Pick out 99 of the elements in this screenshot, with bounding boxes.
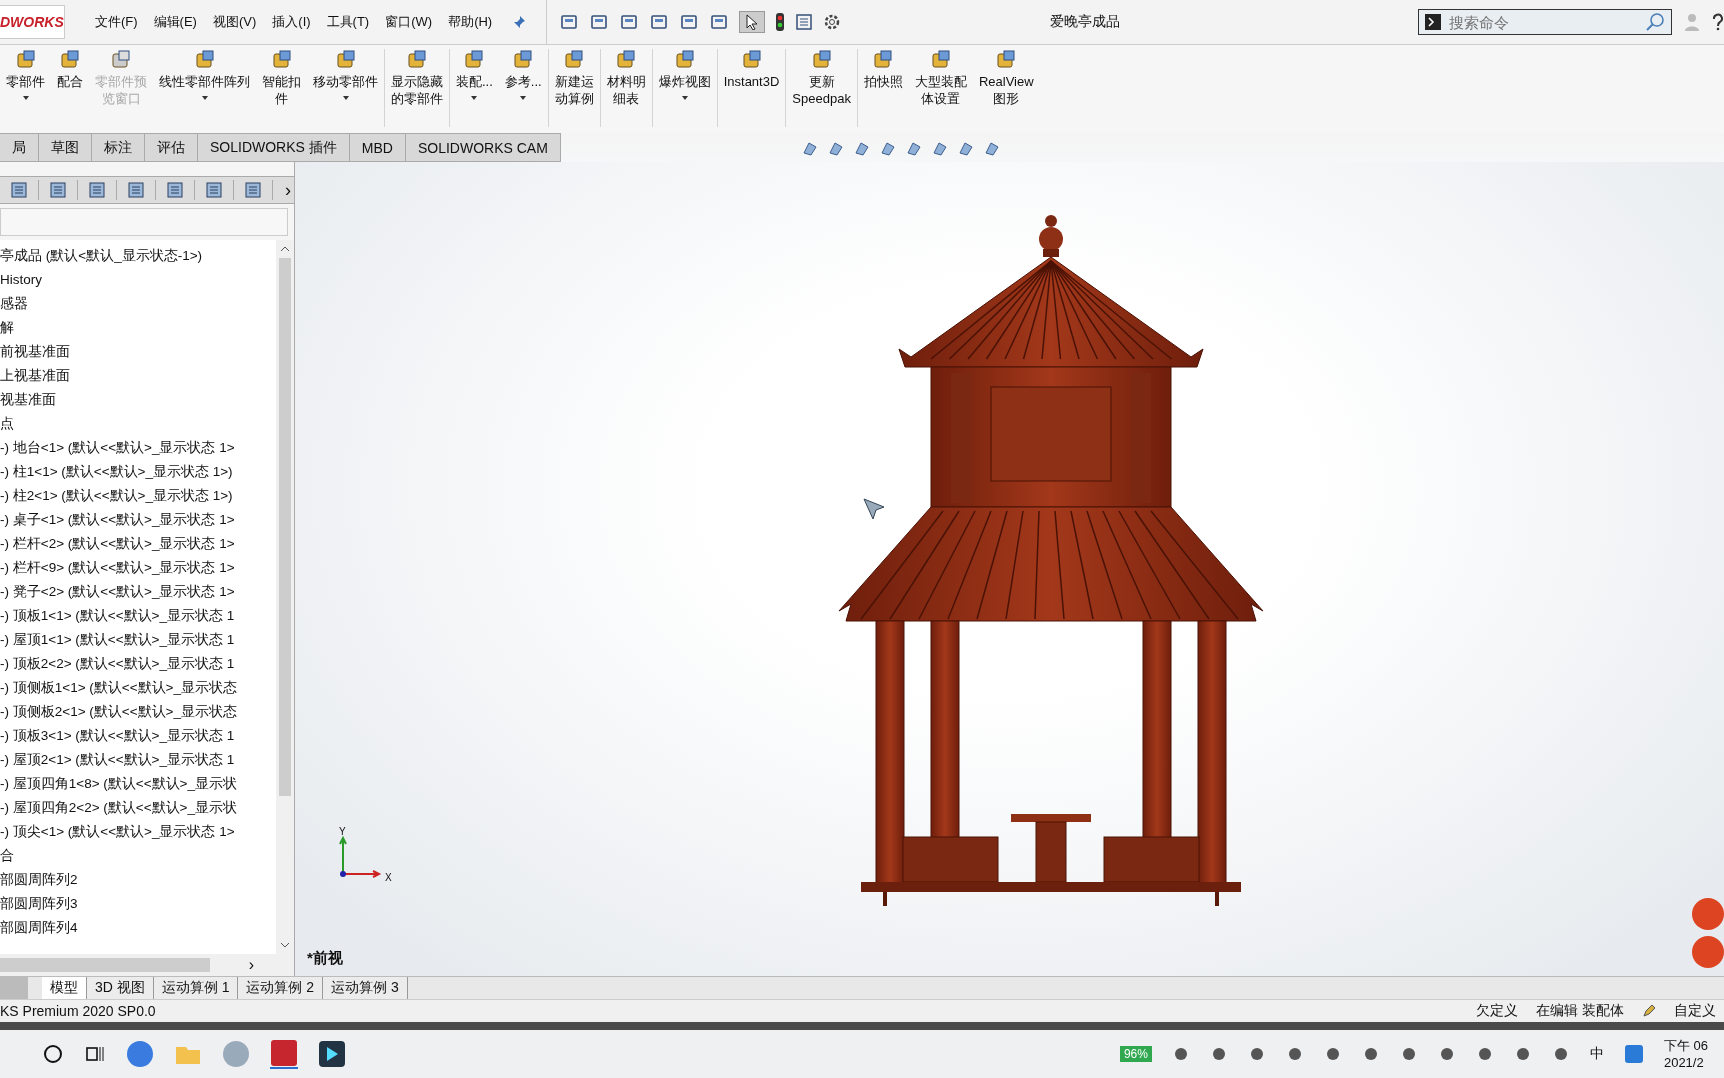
ribbon-button[interactable]: 配合 [51,49,89,127]
menu-item[interactable]: 编辑(E) [153,13,197,31]
tree-item[interactable]: -) 屋顶1<1> (默认<<默认>_显示状态 1 [0,628,276,652]
tree-item[interactable]: 感器 [0,292,276,316]
tree-item[interactable]: 部圆周阵列4 [0,916,276,940]
traffic-light-icon[interactable] [775,12,786,32]
menu-item[interactable]: 文件(F) [95,13,138,31]
command-tab[interactable]: MBD [349,133,406,162]
tree-item[interactable]: 前视基准面 [0,340,276,364]
ribbon-button[interactable]: 显示隐藏 的零部件 [385,49,450,127]
ribbon-button[interactable]: 装配... [450,49,499,127]
axis-label: X [385,872,392,883]
horizontal-scrollbar[interactable] [0,958,210,972]
select-button[interactable] [739,11,766,33]
ribbon-button[interactable]: 大型装配 体设置 [908,49,973,127]
search-icon[interactable] [42,1043,64,1065]
tree-item[interactable]: 视基准面 [0,388,276,412]
more-tabs-arrow[interactable]: › [285,179,291,201]
command-tab[interactable]: SOLIDWORKS 插件 [198,133,350,162]
tree-item[interactable]: -) 屋顶四角1<8> (默认<<默认>_显示状 [0,772,276,796]
model-tab[interactable]: 运动算例 2 [238,977,324,999]
command-tab[interactable]: 评估 [145,133,198,162]
tree-item[interactable]: 部圆周阵列2 [0,868,276,892]
help-icon[interactable] [1712,13,1724,31]
menu-item[interactable]: 工具(T) [326,13,370,31]
tree-item[interactable]: -) 顶板3<1> (默认<<默认>_显示状态 1 [0,724,276,748]
menu-item[interactable]: 插入(I) [272,13,311,31]
settings-icon[interactable] [823,13,842,31]
terminal-icon [1425,14,1441,30]
menu-item[interactable]: 视图(V) [212,13,257,31]
tree-item[interactable]: 部圆周阵列3 [0,892,276,916]
model-tab[interactable]: 运动算例 3 [323,977,408,999]
tree-item[interactable]: -) 栏杆<2> (默认<<默认>_显示状态 1> [0,532,276,556]
menu-item[interactable]: 帮助(H) [448,13,493,31]
list-icon[interactable] [795,13,814,31]
media-app-icon[interactable] [318,1040,346,1068]
axis-triad-icon [337,834,383,880]
scroll-right-arrow[interactable]: › [248,956,254,974]
tree-item[interactable]: -) 顶板1<1> (默认<<默认>_显示状态 1 [0,604,276,628]
app-logo[interactable]: DWORKS [0,5,65,39]
tree-item[interactable]: -) 凳子<2> (默认<<默认>_显示状态 1> [0,580,276,604]
window-title: 爱晚亭成品 [1048,13,1121,31]
command-tab[interactable]: SOLIDWORKS CAM [405,133,561,162]
model-tab[interactable]: 模型 [42,977,87,999]
units-status[interactable]: 自定义 [1674,1002,1716,1020]
ribbon-button[interactable]: 线性零部件阵列 [153,49,256,127]
tree-item[interactable]: -) 顶尖<1> (默认<<默认>_显示状态 1> [0,820,276,844]
ribbon-button[interactable]: 零部件 [0,49,51,127]
search-field[interactable]: 搜索命令 [1447,12,1639,32]
cad-app-icon[interactable] [270,1039,298,1069]
tree-item[interactable]: 上视基准面 [0,364,276,388]
tree-item[interactable]: -) 屋顶四角2<2> (默认<<默认>_显示状 [0,796,276,820]
clock-date[interactable]: 2021/2 [1663,1054,1708,1071]
tree-item[interactable]: History [0,268,276,292]
vertical-scrollbar[interactable] [276,240,294,954]
tree-item[interactable]: -) 柱1<1> (默认<<默认>_显示状态 1>) [0,460,276,484]
tree-item[interactable]: -) 地台<1> (默认<<默认>_显示状态 1> [0,436,276,460]
command-tab[interactable]: 局 [0,133,39,162]
view-label: *前视 [307,949,343,968]
ribbon-button[interactable]: 拍快照 [857,49,909,127]
ribbon-button[interactable]: 参考... [498,49,549,127]
ribbon-button[interactable]: Instant3D [717,49,787,127]
tree-item[interactable]: -) 栏杆<9> (默认<<默认>_显示状态 1> [0,556,276,580]
filter-field[interactable] [0,208,288,236]
app-icon[interactable] [126,1040,154,1068]
tree-item[interactable]: -) 顶板2<2> (默认<<默认>_显示状态 1 [0,652,276,676]
ribbon-button[interactable]: 爆炸视图 [652,49,718,127]
pin-icon[interactable] [512,15,527,29]
command-tab[interactable]: 标注 [92,133,145,162]
ribbon-button[interactable]: 移动零部件 [307,49,385,127]
menu-item[interactable]: 窗口(W) [385,13,433,31]
tree-item[interactable]: -) 柱2<1> (默认<<默认>_显示状态 1>) [0,484,276,508]
tree-item[interactable]: -) 顶侧板1<1> (默认<<默认>_显示状态 [0,676,276,700]
tree-item[interactable]: -) 顶侧板2<1> (默认<<默认>_显示状态 [0,700,276,724]
graphics-area[interactable]: Y X *前视 [295,162,1724,976]
clock-time[interactable]: 下午 06 [1663,1037,1708,1054]
ribbon-button[interactable]: 智能扣 件 [256,49,307,127]
definition-status: 欠定义 [1476,1002,1519,1020]
pointer-icon [745,14,760,30]
model-tab[interactable]: 3D 视图 [87,977,154,999]
model-tab[interactable]: 运动算例 1 [153,977,239,999]
command-tab[interactable]: 草图 [39,133,92,162]
ribbon-button[interactable]: 新建运 动算例 [548,49,601,127]
search-box[interactable]: 搜索命令 [1418,9,1672,35]
tree-item[interactable]: -) 桌子<1> (默认<<默认>_显示状态 1> [0,508,276,532]
tree-item[interactable]: 亭成品 (默认<默认_显示状态-1>) [0,244,276,268]
ribbon-button[interactable]: 更新 Speedpak [786,49,858,127]
ribbon-button[interactable]: 材料明 细表 [600,49,653,127]
axis-label: Y [339,826,346,837]
ribbon-button[interactable]: RealView 图形 [972,49,1040,127]
tree-item[interactable]: 点 [0,412,276,436]
tree-item[interactable]: -) 屋顶2<1> (默认<<默认>_显示状态 1 [0,748,276,772]
product-version: KS Premium 2020 SP0.0 [0,1003,156,1019]
input-method[interactable]: 中 [1589,1045,1604,1063]
tree-item[interactable]: 解 [0,316,276,340]
tree-item[interactable]: 合 [0,844,276,868]
cursor-icon [862,497,886,521]
edit-mode-status: 在编辑 装配体 [1536,1002,1624,1020]
pencil-icon [1642,1004,1656,1018]
